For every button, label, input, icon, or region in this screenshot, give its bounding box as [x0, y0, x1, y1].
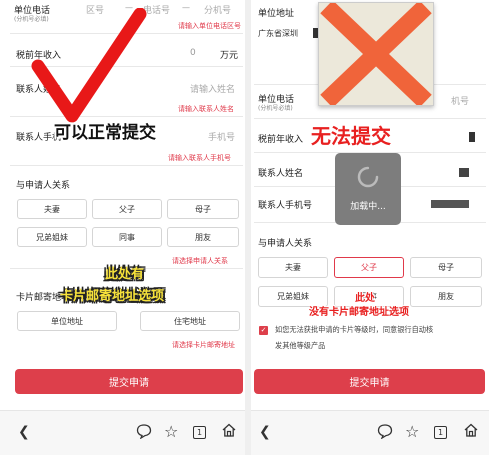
relation-option-father-son[interactable]: 父子: [334, 257, 404, 278]
overlay-cannot-submit: 无法提交: [311, 124, 391, 148]
submit-button[interactable]: 提交申请: [254, 369, 485, 394]
contact-phone-label: 联系人手机号: [258, 201, 313, 211]
overlay-no-option-2: 没有卡片邮寄地址选项: [309, 307, 409, 318]
relation-option-siblings[interactable]: 兄弟姐妹: [17, 227, 87, 247]
contact-name-input[interactable]: 请输入姓名: [190, 82, 235, 95]
work-address-label: 单位地址: [258, 9, 295, 19]
agree-text-line-2: 发其他等级产品: [275, 341, 326, 350]
relation-option-spouse[interactable]: 夫妻: [258, 257, 328, 278]
comment-icon[interactable]: [377, 423, 393, 443]
contact-phone-error: 请输入联系人手机号: [168, 154, 231, 162]
home-icon[interactable]: [463, 422, 479, 442]
relation-option-father-son[interactable]: 父子: [92, 199, 162, 219]
relation-option-spouse[interactable]: 夫妻: [17, 199, 87, 219]
right-screenshot: 单位地址 广东省深圳 单位电话 (分机号必填) 机号 税前年收入 联系人姓名 联…: [251, 0, 489, 455]
loading-toast: 加载中...: [335, 153, 401, 225]
contact-name-error: 请输入联系人姓名: [178, 105, 234, 113]
agree-checkbox[interactable]: ✓: [259, 326, 268, 335]
star-icon[interactable]: ☆: [405, 422, 419, 441]
loading-text: 加载中...: [350, 202, 386, 212]
overlay-has-option-1: 此处有: [105, 267, 145, 282]
relation-option-colleague[interactable]: 同事: [92, 227, 162, 247]
checkmark-icon: [31, 8, 147, 123]
relation-option-mother-son[interactable]: 母子: [410, 257, 482, 278]
agree-text-line-1: 如您无法获批申请的卡片等级时，同意银行自动核: [275, 325, 434, 334]
contact-name-label: 联系人姓名: [258, 169, 304, 179]
tabs-icon[interactable]: 1: [193, 426, 206, 439]
relation-option-mother-son[interactable]: 母子: [167, 199, 239, 219]
work-phone-sublabel: (分机号必填): [258, 105, 293, 112]
spinner-icon: [357, 166, 379, 188]
income-unit: 万元: [220, 51, 239, 61]
relation-error: 请选择申请人关系: [172, 257, 228, 265]
relation-option-friend[interactable]: 朋友: [167, 227, 239, 247]
mail-option-home[interactable]: 住宅地址: [140, 311, 240, 331]
cross-mark-card: [318, 0, 434, 108]
work-phone-error: 请输入单位电话区号: [178, 22, 241, 30]
back-icon[interactable]: ❮: [18, 424, 30, 440]
overlay-can-submit: 可以正常提交: [54, 123, 156, 143]
star-icon[interactable]: ☆: [164, 422, 178, 441]
overlay-no-option-1: 此处: [355, 293, 375, 304]
relation-label: 与申请人关系: [16, 181, 71, 191]
home-icon[interactable]: [221, 422, 237, 442]
comment-icon[interactable]: [136, 423, 152, 443]
mail-option-work[interactable]: 单位地址: [17, 311, 117, 331]
submit-button[interactable]: 提交申请: [15, 369, 243, 394]
income-input[interactable]: 0: [190, 48, 196, 58]
relation-option-friend[interactable]: 朋友: [410, 286, 482, 307]
income-label: 税前年收入: [258, 135, 304, 145]
overlay-has-option-2: 卡片邮寄地址选项: [60, 289, 165, 304]
contact-phone-input[interactable]: 手机号: [208, 130, 235, 143]
work-address-value[interactable]: 广东省深圳: [258, 28, 298, 39]
cross-icon: [320, 0, 432, 108]
mail-address-error: 请选择卡片邮寄地址: [172, 341, 235, 349]
left-screenshot: 单位电话 (分机号必填) 区号 — 电话号 — 分机号 请输入单位电话区号 税前…: [0, 0, 245, 455]
tabs-icon[interactable]: 1: [434, 426, 447, 439]
back-icon[interactable]: ❮: [259, 424, 271, 440]
relation-label: 与申请人关系: [258, 239, 313, 249]
extension-input[interactable]: 机号: [451, 94, 469, 107]
extension-input[interactable]: 分机号: [204, 3, 231, 16]
